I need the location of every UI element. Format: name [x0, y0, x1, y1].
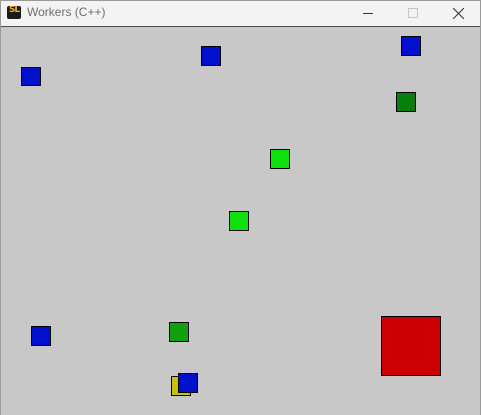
close-icon [452, 7, 464, 19]
worker-bright-green [229, 211, 249, 231]
worker-bright-green [270, 149, 290, 169]
title-bar[interactable]: SL Workers (C++) [1, 1, 480, 25]
worker-blue [31, 326, 51, 346]
app-window: SL Workers (C++) [0, 0, 481, 415]
maximize-icon [408, 8, 418, 18]
maximize-button[interactable] [390, 1, 436, 25]
worker-blue [178, 373, 198, 393]
minimize-icon [363, 13, 373, 14]
app-icon: SL [7, 6, 21, 19]
window-title: Workers (C++) [27, 5, 106, 19]
close-button[interactable] [435, 1, 481, 25]
worker-dark-green [396, 92, 416, 112]
app-icon-text: SL [8, 6, 20, 15]
minimize-button[interactable] [345, 1, 391, 25]
worker-blue [401, 36, 421, 56]
worker-blue [201, 46, 221, 66]
worker-mid-green [169, 322, 189, 342]
game-canvas[interactable] [1, 26, 480, 415]
worker-blue [21, 67, 41, 86]
red-base [381, 316, 441, 376]
